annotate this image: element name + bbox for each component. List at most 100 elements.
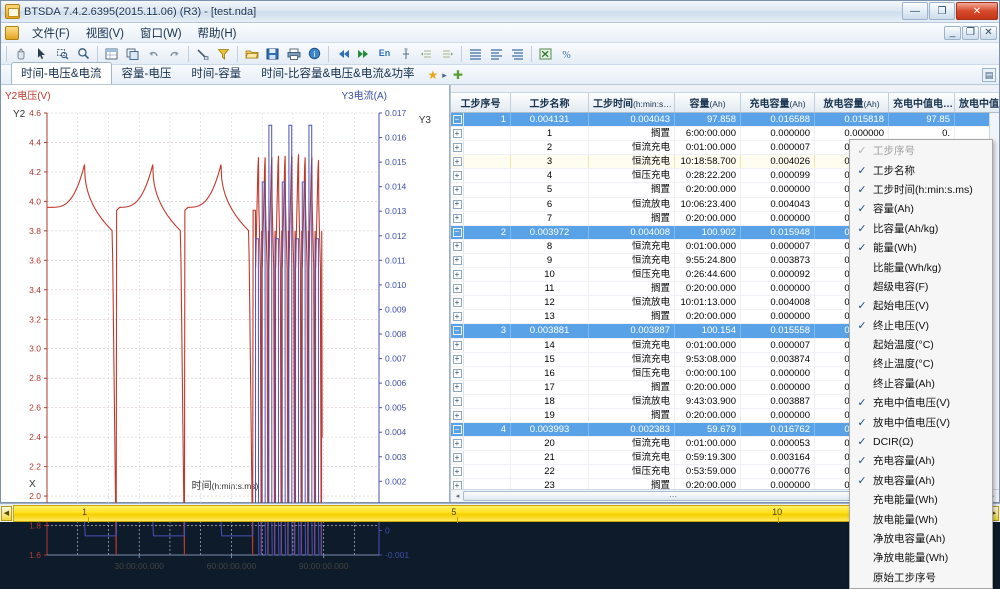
- tab-time-voltage-current[interactable]: 时间-电压&电流: [11, 62, 112, 84]
- table-row[interactable]: −1 0.004131 0.004043 97.858 0.016588 0.015818…: [451, 113, 999, 128]
- column-chooser-item[interactable]: 放电能量(Wh): [851, 509, 991, 528]
- row-expander[interactable]: +: [451, 451, 464, 465]
- plot-area[interactable]: 1.6 1.8 2.0 2.2 2.4 2.6 2.8 3.0 3.2 3.4 3.6 3.8 4.0 4…: [1, 99, 450, 569]
- column-chooser-item[interactable]: ✓ 能量(Wh): [851, 238, 991, 257]
- collapse-icon[interactable]: −: [452, 425, 462, 435]
- tab-time-capacity[interactable]: 时间-容量: [181, 62, 251, 84]
- expand-icon[interactable]: +: [452, 439, 462, 449]
- expand-icon[interactable]: +: [452, 129, 462, 139]
- column-chooser-item[interactable]: 终止温度(°C): [851, 354, 991, 373]
- row-expander[interactable]: +: [451, 310, 464, 324]
- cycle-slider-track[interactable]: 1 5 10: [13, 504, 987, 523]
- column-chooser-item[interactable]: ✓ 终止电压(V): [851, 316, 991, 335]
- expand-icon[interactable]: +: [452, 185, 462, 195]
- tab-scroll-right-icon[interactable]: ▸: [442, 70, 447, 81]
- hscroll-thumb[interactable]: ⋯: [463, 491, 883, 501]
- row-expander[interactable]: +: [451, 352, 464, 366]
- row-expander[interactable]: +: [451, 282, 464, 296]
- tab-capacity-voltage[interactable]: 容量-电压: [112, 62, 182, 84]
- expand-icon[interactable]: +: [452, 199, 462, 209]
- expand-icon[interactable]: +: [452, 284, 462, 294]
- column-chooser-item[interactable]: ✓ 工步时间(h:min:s.ms): [851, 180, 991, 199]
- row-expander[interactable]: +: [451, 394, 464, 408]
- prev-icon[interactable]: [333, 44, 352, 63]
- copy-icon[interactable]: [123, 44, 142, 63]
- scroll-left-arrow-icon[interactable]: ◂: [452, 491, 463, 502]
- expand-icon[interactable]: +: [452, 396, 462, 406]
- column-chooser-item[interactable]: 净放电容量(Ah): [851, 529, 991, 548]
- stats-icon[interactable]: %: [557, 44, 576, 63]
- row-expander[interactable]: +: [451, 338, 464, 352]
- table-column-header[interactable]: 工步序号: [451, 93, 511, 112]
- table-column-header[interactable]: 充电容量(Ah): [741, 93, 815, 112]
- print-icon[interactable]: [284, 44, 303, 63]
- menu-view[interactable]: 视图(V): [79, 23, 131, 43]
- expand-icon[interactable]: +: [452, 157, 462, 167]
- expand-icon[interactable]: +: [452, 312, 462, 322]
- row-expander[interactable]: −: [451, 225, 464, 239]
- column-chooser-item[interactable]: ✓ 充电中值电压(V): [851, 393, 991, 412]
- info-icon[interactable]: i: [305, 44, 324, 63]
- column-chooser-item[interactable]: 原始工步序号: [851, 568, 991, 587]
- maximize-button[interactable]: ❐: [929, 2, 955, 20]
- column-chooser-item[interactable]: 比能量(Wh/kg): [851, 257, 991, 276]
- column-chooser-item[interactable]: 超级电容(F): [851, 277, 991, 296]
- menu-help[interactable]: 帮助(H): [191, 23, 244, 43]
- column-chooser-item[interactable]: 充电能量(Wh): [851, 490, 991, 509]
- align-list2-icon[interactable]: [487, 44, 506, 63]
- align-list3-icon[interactable]: [508, 44, 527, 63]
- column-chooser-item[interactable]: ✓ 起始电压(V): [851, 296, 991, 315]
- menu-window[interactable]: 窗口(W): [133, 23, 189, 43]
- language-en-icon[interactable]: En: [375, 44, 394, 63]
- row-expander[interactable]: +: [451, 479, 464, 489]
- tab-time-specific-capacity[interactable]: 时间-比容量&电压&电流&功率: [251, 62, 424, 84]
- table-column-header[interactable]: 放电中值电…: [955, 93, 1000, 112]
- table-column-header[interactable]: 容量(Ah): [675, 93, 741, 112]
- pointer-icon[interactable]: [32, 44, 51, 63]
- indent-right-icon[interactable]: [438, 44, 457, 63]
- row-expander[interactable]: +: [451, 197, 464, 211]
- pin-icon[interactable]: [396, 44, 415, 63]
- align-list-icon[interactable]: [466, 44, 485, 63]
- expand-icon[interactable]: +: [452, 467, 462, 477]
- expand-icon[interactable]: +: [452, 241, 462, 251]
- pan-icon[interactable]: [11, 44, 30, 63]
- row-expander[interactable]: +: [451, 380, 464, 394]
- column-chooser-item[interactable]: 起始温度(°C): [851, 335, 991, 354]
- row-expander[interactable]: +: [451, 253, 464, 268]
- row-expander[interactable]: +: [451, 141, 464, 155]
- row-expander[interactable]: +: [451, 296, 464, 310]
- open-folder-icon[interactable]: [242, 44, 261, 63]
- table-column-header[interactable]: 放电容量(Ah): [815, 93, 889, 112]
- column-chooser-item[interactable]: 终止容量(Ah): [851, 374, 991, 393]
- row-expander[interactable]: +: [451, 211, 464, 225]
- mdi-close-button[interactable]: ✕: [980, 25, 997, 40]
- excel-export-icon[interactable]: [536, 44, 555, 63]
- row-expander[interactable]: +: [451, 408, 464, 423]
- expand-icon[interactable]: +: [452, 298, 462, 308]
- table-column-header[interactable]: 工步时间(h:min:s…: [589, 93, 675, 112]
- zoom-box-icon[interactable]: [53, 44, 72, 63]
- row-expander[interactable]: +: [451, 169, 464, 183]
- column-chooser-item[interactable]: 净放电能量(Wh): [851, 548, 991, 567]
- row-expander[interactable]: +: [451, 155, 464, 169]
- row-expander[interactable]: +: [451, 127, 464, 141]
- indent-left-icon[interactable]: [417, 44, 436, 63]
- menu-file[interactable]: 文件(F): [25, 23, 77, 43]
- row-expander[interactable]: −: [451, 324, 464, 338]
- redo-icon[interactable]: [165, 44, 184, 63]
- expand-icon[interactable]: +: [452, 411, 462, 421]
- chart-svg[interactable]: 1.6 1.8 2.0 2.2 2.4 2.6 2.8 3.0 3.2 3.4 3.6 3.8 4.0 4…: [1, 99, 450, 569]
- close-button[interactable]: ✕: [956, 2, 998, 20]
- expand-icon[interactable]: +: [452, 340, 462, 350]
- expand-icon[interactable]: +: [452, 382, 462, 392]
- grid-icon[interactable]: [102, 44, 121, 63]
- add-tab-icon[interactable]: ✚: [453, 68, 463, 82]
- collapse-icon[interactable]: −: [452, 326, 462, 336]
- expand-icon[interactable]: +: [452, 213, 462, 223]
- undo-icon[interactable]: [144, 44, 163, 63]
- filter-icon[interactable]: [214, 44, 233, 63]
- row-expander[interactable]: −: [451, 423, 464, 437]
- expand-icon[interactable]: +: [452, 368, 462, 378]
- tab-layout-icon[interactable]: ▤: [982, 68, 996, 82]
